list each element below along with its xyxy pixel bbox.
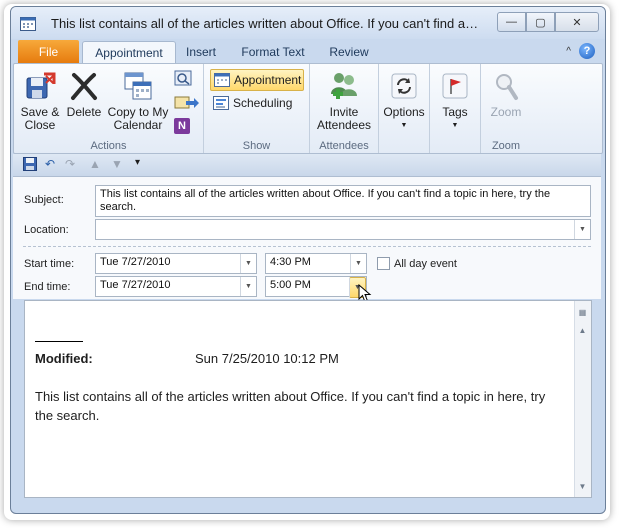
minimize-button[interactable]: — <box>497 12 526 32</box>
chevron-down-icon: ▼ <box>400 122 408 129</box>
calendar-copy-icon <box>124 72 152 100</box>
next-item-icon[interactable]: ▼ <box>111 157 123 171</box>
maximize-button[interactable]: ▢ <box>526 12 555 32</box>
forward-icon[interactable] <box>174 94 202 112</box>
modified-value: Sun 7/25/2010 10:12 PM <box>195 351 339 366</box>
location-dropdown-icon[interactable]: ▼ <box>574 220 590 239</box>
notes-body[interactable]: Modified: Sun 7/25/2010 10:12 PM This li… <box>24 300 592 498</box>
scheduling-button[interactable]: Scheduling <box>210 93 302 113</box>
ribbon-tabs: File Appointment Insert Format Text Revi… <box>11 39 605 64</box>
end-time-field[interactable]: 5:00 PM ▼ <box>265 276 367 298</box>
save-icon[interactable] <box>23 157 37 174</box>
magnifier-icon <box>496 74 518 100</box>
recurrence-icon <box>391 73 417 99</box>
close-button[interactable]: ✕ <box>555 12 599 32</box>
tab-insert[interactable]: Insert <box>179 41 223 63</box>
group-label-attendees: Attendees <box>319 140 369 152</box>
location-field[interactable]: ▼ <box>95 219 591 240</box>
group-actions: Save & Close Delete Copy to My Calendar … <box>14 64 204 153</box>
redo-icon[interactable]: ↷ <box>65 157 75 171</box>
tab-file[interactable]: File <box>18 40 79 63</box>
subject-label: Subject: <box>24 194 64 206</box>
invite-attendees-icon <box>331 73 357 99</box>
onenote-icon[interactable]: N <box>174 118 190 134</box>
appointment-icon <box>214 73 230 87</box>
body-scrollbar[interactable]: ▦ ▲ ▼ <box>574 301 591 497</box>
ribbon-collapse-icon[interactable]: ^ <box>566 46 571 57</box>
group-attendees: Invite Attendees Attendees <box>310 64 379 153</box>
calendar-app-icon[interactable] <box>20 16 36 31</box>
subject-field[interactable]: This list contains all of the articles w… <box>95 185 591 217</box>
start-date-dropdown-icon[interactable]: ▼ <box>240 254 256 273</box>
start-date-field[interactable]: Tue 7/27/2010 ▼ <box>95 253 257 274</box>
end-date-dropdown-icon[interactable]: ▼ <box>240 277 256 296</box>
scroll-up-icon[interactable]: ▲ <box>577 325 588 336</box>
tab-appointment[interactable]: Appointment <box>82 41 176 64</box>
tab-review[interactable]: Review <box>321 41 377 63</box>
modified-label: Modified: <box>35 351 93 366</box>
quick-access-toolbar: ↶ ↷ ▲ ▼ ▾ <box>13 154 601 177</box>
options-button[interactable]: Options ▼ <box>381 70 427 132</box>
divider-line <box>35 341 83 342</box>
delete-icon <box>71 73 97 100</box>
group-options: Options ▼ <box>379 64 430 153</box>
previous-item-icon[interactable]: ▲ <box>89 157 101 171</box>
save-close-button[interactable]: Save & Close <box>18 70 62 132</box>
zoom-button[interactable]: Zoom <box>483 70 529 119</box>
flag-icon <box>442 73 468 99</box>
group-zoom: Zoom Zoom <box>481 64 531 153</box>
meeting-notes-icon[interactable] <box>174 70 192 86</box>
invite-attendees-button[interactable]: Invite Attendees <box>314 70 374 132</box>
start-time-dropdown-icon[interactable]: ▼ <box>350 254 366 273</box>
group-tags: Tags ▼ <box>430 64 481 153</box>
appointment-window: This list contains all of the articles w… <box>10 6 606 514</box>
copy-to-my-calendar-button[interactable]: Copy to My Calendar <box>106 70 170 132</box>
group-label-actions: Actions <box>90 140 127 152</box>
translate-icon[interactable]: ▦ <box>577 307 588 318</box>
help-icon[interactable]: ? <box>579 43 595 59</box>
start-time-label: Start time: <box>24 258 75 270</box>
appointment-form: Subject: This list contains all of the a… <box>13 177 601 303</box>
group-label-show: Show <box>242 140 271 152</box>
location-label: Location: <box>24 224 69 236</box>
undo-icon[interactable]: ↶ <box>45 157 55 171</box>
group-show: Appointment Scheduling Show <box>204 64 310 153</box>
end-date-field[interactable]: Tue 7/27/2010 ▼ <box>95 276 257 297</box>
body-text: This list contains all of the articles w… <box>35 389 546 423</box>
start-time-field[interactable]: 4:30 PM ▼ <box>265 253 367 274</box>
save-close-icon <box>26 72 56 99</box>
scheduling-icon <box>213 96 229 110</box>
window-title: This list contains all of the articles w… <box>51 16 481 31</box>
ribbon: Save & Close Delete Copy to My Calendar … <box>13 63 603 154</box>
chevron-down-icon: ▼ <box>451 122 459 129</box>
all-day-label: All day event <box>394 258 457 270</box>
appointment-view-button[interactable]: Appointment <box>210 69 304 91</box>
end-time-label: End time: <box>24 281 71 293</box>
group-label-zoom: Zoom <box>491 140 521 152</box>
delete-button[interactable]: Delete <box>64 70 104 119</box>
all-day-checkbox[interactable] <box>377 257 390 270</box>
title-bar: This list contains all of the articles w… <box>11 7 605 39</box>
tab-format-text[interactable]: Format Text <box>233 41 313 63</box>
customize-toolbar-icon[interactable]: ▾ <box>135 157 140 168</box>
tags-button[interactable]: Tags ▼ <box>432 70 478 132</box>
scroll-down-icon[interactable]: ▼ <box>577 481 588 492</box>
